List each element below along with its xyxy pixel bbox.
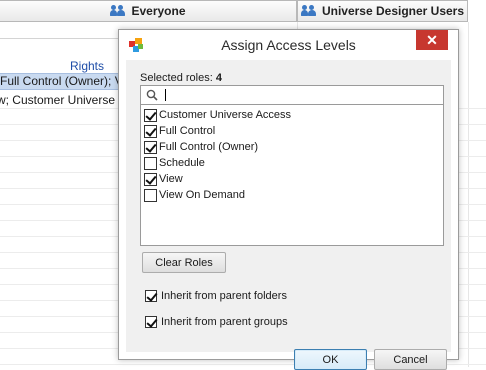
dialog-body: Selected roles: 4 Customer Universe Acce… xyxy=(126,60,451,370)
role-item-full-control-owner[interactable]: Full Control (Owner) xyxy=(141,139,443,155)
selected-roles-summary: Selected roles: 4 xyxy=(140,72,222,84)
inherit-parent-groups-checkbox[interactable] xyxy=(145,316,157,328)
clear-roles-button[interactable]: Clear Roles xyxy=(142,252,226,273)
role-checkbox[interactable] xyxy=(144,108,157,122)
inherit-parent-folders-checkbox[interactable] xyxy=(145,290,157,302)
users-icon xyxy=(110,5,126,17)
close-icon: ✕ xyxy=(426,32,438,48)
table-row-text: iew; Customer Universe xyxy=(0,93,115,107)
rights-column-header[interactable]: Rights xyxy=(70,59,104,73)
role-search-input[interactable] xyxy=(165,88,435,102)
inherit-parent-groups-option[interactable]: Inherit from parent groups xyxy=(145,316,288,328)
role-item-view[interactable]: View xyxy=(141,171,443,187)
tab-everyone-label: Everyone xyxy=(131,4,186,18)
dialog-title: Assign Access Levels xyxy=(221,37,356,53)
role-checkbox[interactable] xyxy=(144,156,157,170)
selected-roles-label: Selected roles: xyxy=(140,72,213,84)
role-item-full-control[interactable]: Full Control xyxy=(141,123,443,139)
role-label: Schedule xyxy=(159,157,205,169)
role-checkbox[interactable] xyxy=(144,188,157,202)
role-search-box[interactable] xyxy=(140,85,444,105)
tab-everyone[interactable]: Everyone xyxy=(0,0,297,22)
role-item-view-on-demand[interactable]: View On Demand xyxy=(141,187,443,203)
text-caret xyxy=(165,89,166,101)
role-label: Full Control xyxy=(159,125,216,137)
role-checkbox[interactable] xyxy=(144,140,157,154)
tab-universe-designer-users-label: Universe Designer Users xyxy=(321,4,465,18)
close-button[interactable]: ✕ xyxy=(416,30,448,50)
tab-universe-designer-users[interactable]: Universe Designer Users xyxy=(297,0,468,22)
dialog-titlebar[interactable]: Assign Access Levels ✕ xyxy=(119,30,458,60)
role-label: Full Control (Owner) xyxy=(159,141,259,153)
role-label: Customer Universe Access xyxy=(159,109,292,121)
table-row[interactable]: iew; Customer Universe xyxy=(0,92,118,108)
role-checkbox[interactable] xyxy=(144,172,157,186)
table-row-selected[interactable]: Full Control (Owner); V xyxy=(0,73,118,90)
inherit-parent-folders-option[interactable]: Inherit from parent folders xyxy=(145,290,287,302)
inherit-parent-groups-label: Inherit from parent groups xyxy=(161,316,288,328)
inherit-parent-folders-label: Inherit from parent folders xyxy=(161,290,287,302)
role-item-schedule[interactable]: Schedule xyxy=(141,155,443,171)
selected-roles-count: 4 xyxy=(215,72,222,84)
assign-access-levels-dialog: Assign Access Levels ✕ Selected roles: 4… xyxy=(118,29,459,370)
search-icon xyxy=(146,89,158,101)
role-checkbox[interactable] xyxy=(144,124,157,138)
roles-list[interactable]: Customer Universe Access Full Control Fu… xyxy=(140,105,444,246)
users-icon xyxy=(300,5,316,17)
role-label: View On Demand xyxy=(159,189,246,201)
divider xyxy=(0,38,118,39)
role-item-customer-universe-access[interactable]: Customer Universe Access xyxy=(141,107,443,123)
role-label: View xyxy=(159,173,183,185)
